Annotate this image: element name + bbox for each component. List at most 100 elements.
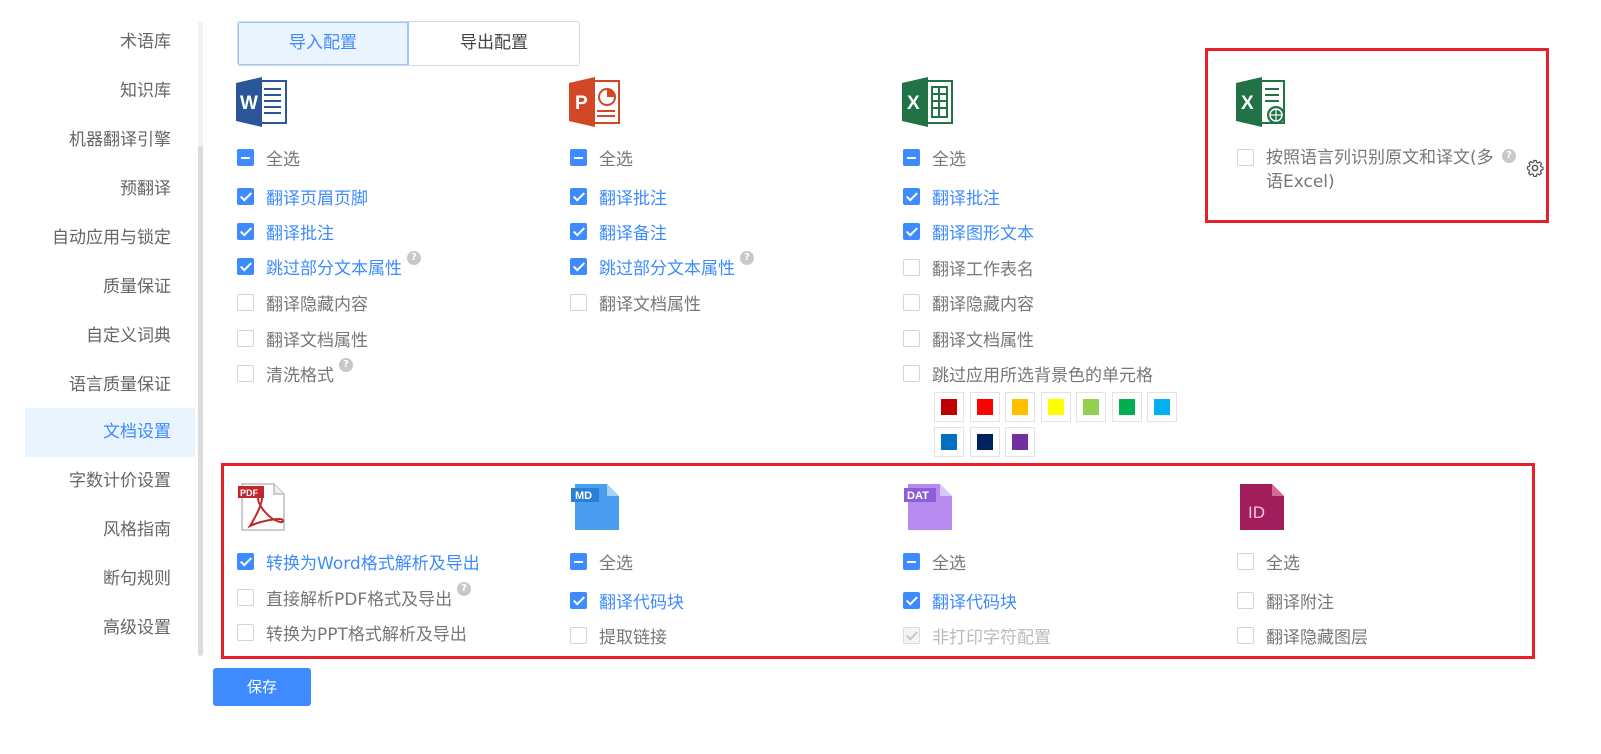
help-icon[interactable]: ?: [1502, 149, 1516, 163]
sidebar-scrollbar[interactable]: [198, 22, 203, 656]
color-swatch[interactable]: [934, 392, 964, 422]
pdf-convert-to-ppt-checkbox[interactable]: [237, 623, 254, 641]
word-translate-header-footer-checkbox[interactable]: [237, 187, 254, 205]
powerpoint-icon: P: [569, 77, 620, 127]
word-select-all-checkbox[interactable]: [237, 148, 254, 166]
word-translate-header-footer: 翻译页眉页脚: [237, 183, 368, 209]
excel-translate-comments-checkbox[interactable]: [903, 187, 920, 205]
ppt-skip-text-attributes-checkbox[interactable]: [570, 257, 587, 275]
excel-select-all: 全选: [903, 144, 966, 170]
color-swatch[interactable]: [969, 392, 1000, 422]
excel-translate-shape-text-checkbox[interactable]: [903, 222, 920, 240]
color-swatch-fill: [976, 434, 993, 450]
color-swatch-fill: [1083, 399, 1099, 415]
excel-translate-hidden-content-checkbox[interactable]: [903, 293, 920, 311]
ppt-skip-text-attributes: 跳过部分文本属性?: [570, 251, 754, 279]
pdf-parse-directly-checkbox[interactable]: [237, 588, 254, 606]
color-swatch[interactable]: [1076, 392, 1106, 422]
word-translate-comments-checkbox[interactable]: [237, 222, 254, 240]
excel-translate-doc-properties: 翻译文档属性: [903, 325, 1034, 351]
excel-skip-bg-color-cells: 跳过应用所选背景色的单元格: [903, 360, 1153, 386]
indesign-translate-hidden-layers-checkbox[interactable]: [1237, 626, 1254, 644]
sidebar-item-word-count-pricing[interactable]: 字数计价设置: [25, 457, 195, 506]
md-extract-links: 提取链接: [570, 622, 667, 648]
sidebar-item-advanced-settings[interactable]: 高级设置: [25, 604, 195, 653]
ppt-translate-comments-checkbox[interactable]: [570, 187, 587, 205]
dat-nonprinting-chars-config: 非打印字符配置: [903, 622, 1051, 648]
word-clean-format: 清洗格式?: [237, 358, 353, 386]
sidebar-item-knowledge-base[interactable]: 知识库: [25, 67, 195, 116]
pdf-convert-to-word: 转换为Word格式解析及导出: [237, 548, 480, 574]
multilingual-excel-checkbox[interactable]: [1237, 149, 1254, 166]
gear-icon[interactable]: [1526, 159, 1544, 177]
help-icon[interactable]: ?: [457, 582, 472, 596]
color-swatch[interactable]: [1111, 392, 1142, 422]
color-swatch[interactable]: [969, 427, 1000, 457]
md-extract-links-checkbox[interactable]: [570, 626, 587, 644]
sidebar-item-custom-dictionary[interactable]: 自定义词典: [25, 312, 195, 361]
help-icon[interactable]: ?: [740, 251, 754, 265]
excel-icon: X: [902, 77, 953, 127]
dat-icon: DAT: [904, 484, 952, 530]
multilingual-excel-icon: X: [1236, 77, 1285, 127]
sidebar-item-style-guide[interactable]: 风格指南: [25, 506, 195, 555]
sidebar-item-pretranslate[interactable]: 预翻译: [25, 165, 195, 214]
color-swatch-fill: [976, 399, 993, 415]
sidebar-scrollbar-thumb[interactable]: [198, 146, 203, 656]
excel-skip-bg-color-cells-checkbox[interactable]: [903, 364, 920, 382]
sidebar-item-qa[interactable]: 质量保证: [25, 263, 195, 312]
help-icon[interactable]: ?: [339, 358, 353, 372]
svg-text:MD: MD: [575, 490, 592, 502]
word-translate-hidden-content-checkbox[interactable]: [237, 293, 254, 311]
excel-select-all-checkbox[interactable]: [903, 148, 920, 166]
sidebar-item-terminology[interactable]: 术语库: [25, 18, 195, 67]
indesign-translate-notes-checkbox[interactable]: [1237, 591, 1254, 609]
indesign-translate-hidden-layers: 翻译隐藏图层: [1237, 622, 1368, 648]
sidebar-item-mt-engine[interactable]: 机器翻译引擎: [25, 116, 195, 165]
color-swatch-fill: [1012, 434, 1028, 450]
color-swatch[interactable]: [1147, 392, 1177, 422]
sidebar-item-document-settings[interactable]: 文档设置: [25, 408, 195, 457]
sidebar-item-segmentation-rules[interactable]: 断句规则: [25, 555, 195, 604]
sidebar-item-lqa[interactable]: 语言质量保证: [25, 361, 195, 410]
ppt-translate-doc-properties-checkbox[interactable]: [570, 293, 587, 311]
dat-select-all: 全选: [903, 548, 966, 574]
sidebar: 术语库 知识库 机器翻译引擎 预翻译 自动应用与锁定 质量保证 自定义词典 语言…: [0, 18, 205, 668]
indesign-translate-notes: 翻译附注: [1237, 587, 1334, 613]
word-translate-doc-properties: 翻译文档属性: [237, 325, 368, 351]
excel-translate-hidden-content: 翻译隐藏内容: [903, 289, 1034, 315]
sidebar-item-auto-apply-lock[interactable]: 自动应用与锁定: [25, 214, 195, 263]
ppt-translate-notes-checkbox[interactable]: [570, 222, 587, 240]
tab-export-config[interactable]: 导出配置: [409, 22, 579, 65]
svg-text:DAT: DAT: [907, 490, 929, 502]
color-swatch[interactable]: [1040, 392, 1071, 422]
tab-import-config[interactable]: 导入配置: [238, 22, 409, 65]
md-translate-code-blocks-checkbox[interactable]: [570, 591, 587, 609]
dat-translate-code-blocks-checkbox[interactable]: [903, 591, 920, 609]
pdf-convert-to-word-checkbox[interactable]: [237, 552, 254, 570]
pdf-convert-to-ppt: 转换为PPT格式解析及导出: [237, 619, 467, 645]
excel-translate-doc-properties-checkbox[interactable]: [903, 329, 920, 347]
ppt-translate-doc-properties: 翻译文档属性: [570, 289, 701, 315]
color-swatch[interactable]: [1005, 392, 1035, 422]
md-select-all-checkbox[interactable]: [570, 552, 587, 570]
color-swatch-fill: [1012, 399, 1028, 415]
save-button[interactable]: 保存: [213, 668, 311, 706]
highlight-box-multilingual-excel: [1205, 48, 1549, 223]
dat-select-all-checkbox[interactable]: [903, 552, 920, 570]
word-clean-format-checkbox[interactable]: [237, 364, 254, 382]
svg-text:W: W: [240, 93, 258, 114]
dat-translate-code-blocks: 翻译代码块: [903, 587, 1017, 613]
word-translate-doc-properties-checkbox[interactable]: [237, 329, 254, 347]
indesign-select-all-checkbox[interactable]: [1237, 552, 1254, 570]
indesign-icon: ID: [1240, 484, 1284, 530]
excel-translate-shape-text: 翻译图形文本: [903, 218, 1034, 244]
help-icon[interactable]: ?: [407, 251, 421, 265]
md-select-all: 全选: [570, 548, 633, 574]
md-translate-code-blocks: 翻译代码块: [570, 587, 684, 613]
ppt-select-all-checkbox[interactable]: [570, 148, 587, 166]
color-swatch[interactable]: [934, 427, 964, 457]
color-swatch[interactable]: [1005, 427, 1035, 457]
word-skip-text-attributes-checkbox[interactable]: [237, 257, 254, 275]
excel-translate-sheet-names-checkbox[interactable]: [903, 258, 920, 276]
